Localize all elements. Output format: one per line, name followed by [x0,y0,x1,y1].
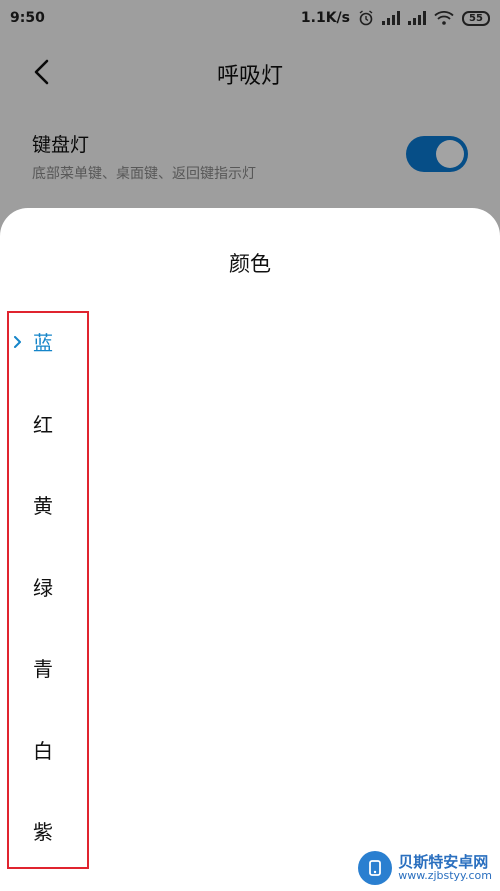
annotation-highlight-box [7,311,89,869]
watermark-url: www.zjbstyy.com [398,869,492,883]
color-picker-sheet: 颜色 蓝 红 黄 绿 青 白 紫 [0,208,500,891]
watermark-name: 贝斯特安卓网 [398,852,489,871]
screen: 9:50 1.1K/s 55 呼吸灯 键盘灯 底部菜单键、桌面键、返回键指示灯 … [0,0,500,891]
watermark-text: 贝斯特安卓网 www.zjbstyy.com [398,854,492,883]
watermark: 贝斯特安卓网 www.zjbstyy.com [358,851,492,885]
sheet-title: 颜色 [229,252,271,276]
watermark-logo-icon [358,851,393,885]
